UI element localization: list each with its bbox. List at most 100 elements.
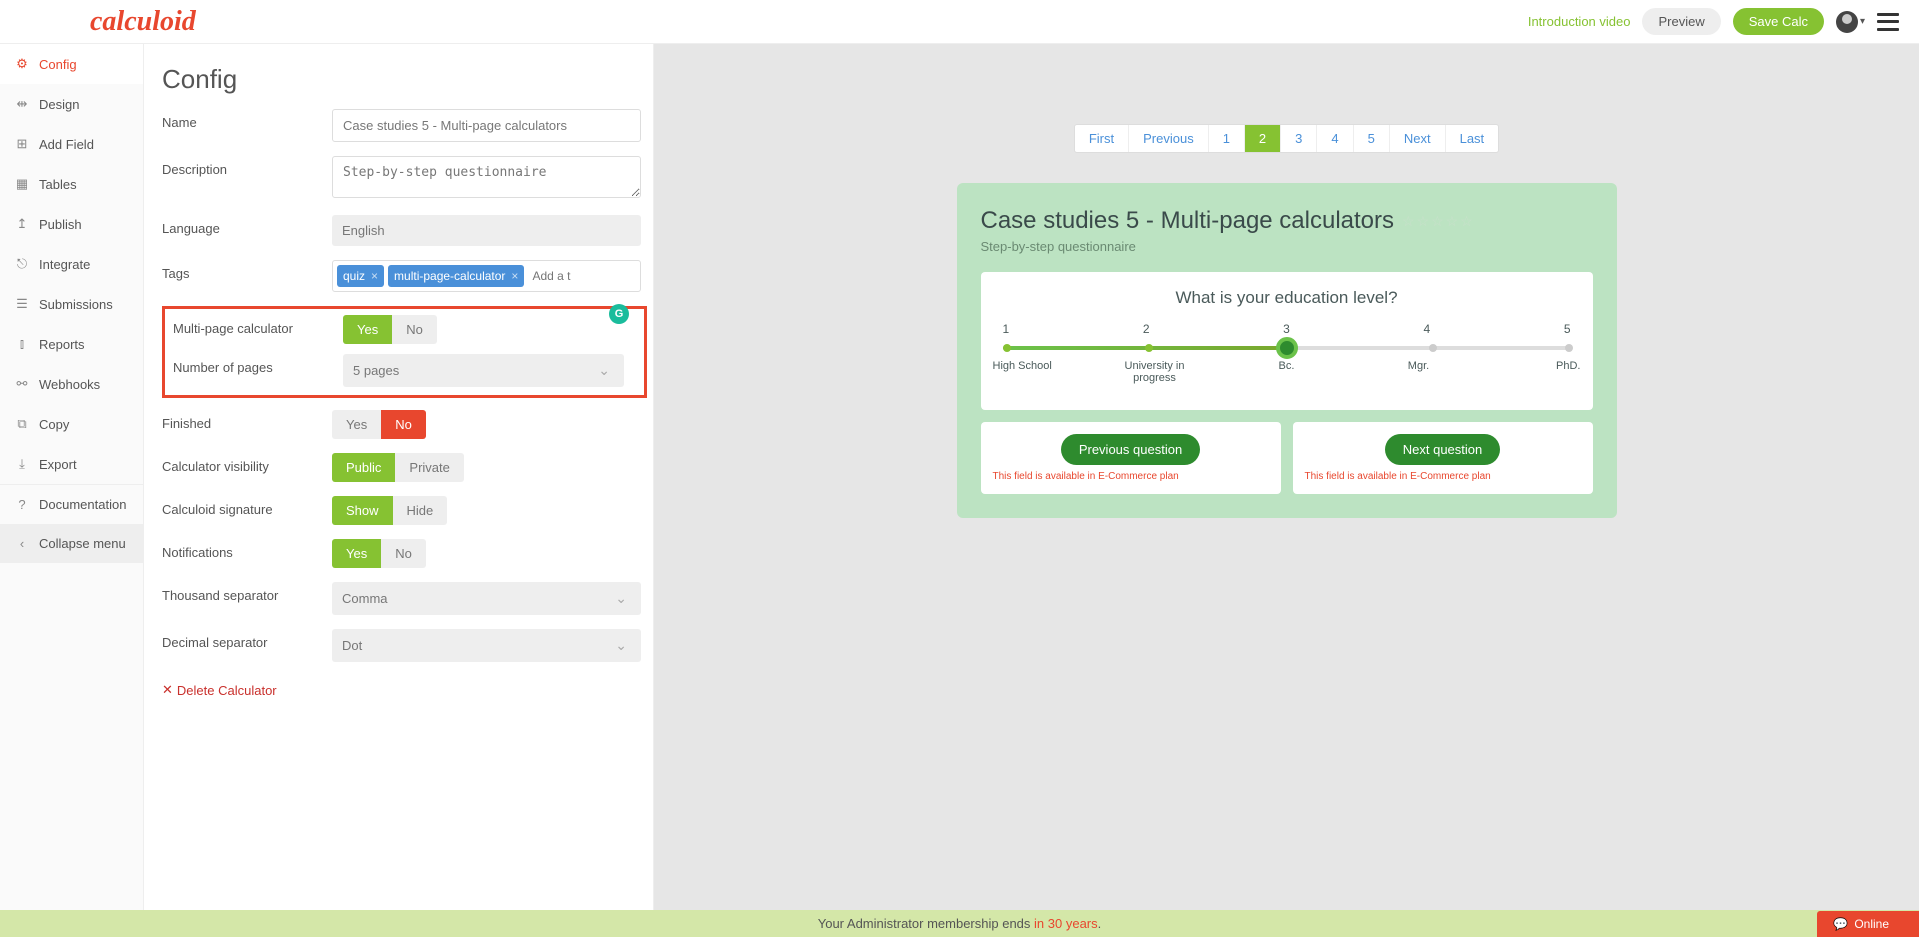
config-title: Config xyxy=(162,64,653,95)
sidebar-icon: ⤓ xyxy=(15,456,29,472)
tag-remove-icon[interactable]: × xyxy=(371,269,378,283)
description-label: Description xyxy=(162,156,332,177)
sidebar-label: Integrate xyxy=(39,257,90,272)
slider-thumb[interactable] xyxy=(1276,337,1298,359)
chevron-down-icon: ⌄ xyxy=(611,590,631,607)
sidebar-label: Config xyxy=(39,57,77,72)
tag-remove-icon[interactable]: × xyxy=(511,269,518,283)
pager-last[interactable]: Last xyxy=(1446,125,1499,152)
sidebar-label: Documentation xyxy=(39,497,126,512)
sidebar-item-export[interactable]: ⤓ Export xyxy=(0,444,143,484)
tag-quiz[interactable]: quiz × xyxy=(337,265,384,287)
pager-first[interactable]: First xyxy=(1075,125,1129,152)
question-card: What is your education level? 12345 High… xyxy=(981,272,1593,410)
sidebar-item-submissions[interactable]: ☰Submissions xyxy=(0,284,143,324)
finished-no[interactable]: No xyxy=(381,410,426,439)
sidebar-item-integrate[interactable]: ⎋ Integrate xyxy=(0,244,143,284)
sidebar-item-config[interactable]: ⚙Config xyxy=(0,44,143,84)
sidebar-icon: ⧉ xyxy=(15,416,29,432)
pager-5[interactable]: 5 xyxy=(1354,125,1390,152)
description-input[interactable]: Step-by-step questionnaire xyxy=(332,156,641,198)
finished-toggle[interactable]: Yes No xyxy=(332,410,426,439)
pager-previous[interactable]: Previous xyxy=(1129,125,1209,152)
visibility-private[interactable]: Private xyxy=(395,453,463,482)
sidebar-item-copy[interactable]: ⧉Copy xyxy=(0,404,143,444)
multipage-toggle[interactable]: Yes No xyxy=(343,315,437,344)
pager-next[interactable]: Next xyxy=(1390,125,1446,152)
sidebar-item-design[interactable]: ⇹Design xyxy=(0,84,143,124)
online-chat-button[interactable]: 💬 Online xyxy=(1817,911,1919,937)
sidebar-item-tables[interactable]: ▦Tables xyxy=(0,164,143,204)
sidebar-label: Submissions xyxy=(39,297,113,312)
thousand-label: Thousand separator xyxy=(162,582,332,603)
intro-video-link[interactable]: Introduction video xyxy=(1528,14,1631,29)
sidebar-icon: ↥ xyxy=(15,216,29,232)
hamburger-menu[interactable] xyxy=(1877,13,1899,31)
pager-2[interactable]: 2 xyxy=(1245,125,1281,152)
pager: FirstPrevious12345NextLast xyxy=(1074,124,1499,153)
name-input[interactable] xyxy=(332,109,641,142)
sidebar-icon: ⎋ xyxy=(15,256,29,272)
thousand-select[interactable]: Comma⌄ xyxy=(332,582,641,615)
x-icon: ✕ xyxy=(162,682,173,698)
user-menu[interactable]: ▾ xyxy=(1836,11,1865,33)
decimal-select[interactable]: Dot⌄ xyxy=(332,629,641,662)
notifications-no[interactable]: No xyxy=(381,539,426,568)
sidebar-item-collapse-menu[interactable]: ‹Collapse menu xyxy=(0,524,143,563)
sidebar-icon: ⫾ xyxy=(15,336,29,352)
pager-4[interactable]: 4 xyxy=(1317,125,1353,152)
visibility-toggle[interactable]: Public Private xyxy=(332,453,464,482)
delete-calculator-link[interactable]: ✕Delete Calculator xyxy=(162,682,277,698)
sidebar-item-webhooks[interactable]: ⚯Webhooks xyxy=(0,364,143,404)
multipage-no[interactable]: No xyxy=(392,315,437,344)
sidebar-label: Publish xyxy=(39,217,82,232)
notifications-label: Notifications xyxy=(162,539,332,560)
next-question-button[interactable]: Next question xyxy=(1385,434,1501,465)
sidebar: ⚙Config⇹Design⊞Add Field▦Tables ↥ Publish ⎋… xyxy=(0,44,144,910)
highlight-box: Multi-page calculator Yes No Number of p… xyxy=(162,306,647,398)
footer: Your Administrator membership ends in 30… xyxy=(0,910,1919,937)
signature-hide[interactable]: Hide xyxy=(393,496,448,525)
footer-text: Your Administrator membership ends xyxy=(818,916,1034,931)
sidebar-label: Collapse menu xyxy=(39,536,126,551)
pager-1[interactable]: 1 xyxy=(1209,125,1245,152)
language-select[interactable]: English xyxy=(332,215,641,246)
education-slider[interactable]: 12345 High SchoolUniversity in progressB… xyxy=(999,322,1575,390)
notifications-yes[interactable]: Yes xyxy=(332,539,381,568)
signature-toggle[interactable]: Show Hide xyxy=(332,496,447,525)
footer-years: in 30 years xyxy=(1034,916,1098,931)
preview-button[interactable]: Preview xyxy=(1642,8,1720,35)
rating-stars[interactable]: ☆☆☆☆☆ xyxy=(1402,213,1475,230)
chevron-down-icon: ⌄ xyxy=(611,637,631,654)
multipage-yes[interactable]: Yes xyxy=(343,315,392,344)
next-question-card: Next question This field is available in… xyxy=(1293,422,1593,494)
pages-select[interactable]: 5 pages⌄ xyxy=(343,354,624,387)
sidebar-item-reports[interactable]: ⫾Reports xyxy=(0,324,143,364)
prev-question-button[interactable]: Previous question xyxy=(1061,434,1200,465)
tag-multi-page-calculator[interactable]: multi-page-calculator × xyxy=(388,265,524,287)
sidebar-item-add-field[interactable]: ⊞Add Field xyxy=(0,124,143,164)
save-button[interactable]: Save Calc xyxy=(1733,8,1824,35)
notifications-toggle[interactable]: Yes No xyxy=(332,539,426,568)
sidebar-item-documentation[interactable]: ? Documentation xyxy=(0,484,143,524)
ecommerce-note: This field is available in E-Commerce pl… xyxy=(1305,471,1581,482)
sidebar-icon: ▦ xyxy=(15,176,29,192)
grammarly-icon: G xyxy=(609,304,629,324)
tags-field[interactable]: quiz ×multi-page-calculator × xyxy=(332,260,641,292)
sidebar-icon: ? xyxy=(15,497,29,512)
multipage-label: Multi-page calculator xyxy=(173,315,343,336)
pager-3[interactable]: 3 xyxy=(1281,125,1317,152)
language-label: Language xyxy=(162,215,332,236)
visibility-public[interactable]: Public xyxy=(332,453,395,482)
sidebar-label: Export xyxy=(39,457,77,472)
calculator-card: Case studies 5 - Multi-page calculators … xyxy=(957,183,1617,518)
visibility-label: Calculator visibility xyxy=(162,453,332,474)
logo[interactable]: calculoid xyxy=(90,6,196,38)
signature-show[interactable]: Show xyxy=(332,496,393,525)
sidebar-label: Webhooks xyxy=(39,377,100,392)
tag-input[interactable] xyxy=(528,265,578,287)
pages-label: Number of pages xyxy=(173,354,343,375)
sidebar-item-publish[interactable]: ↥ Publish xyxy=(0,204,143,244)
finished-yes[interactable]: Yes xyxy=(332,410,381,439)
avatar-icon xyxy=(1836,11,1858,33)
